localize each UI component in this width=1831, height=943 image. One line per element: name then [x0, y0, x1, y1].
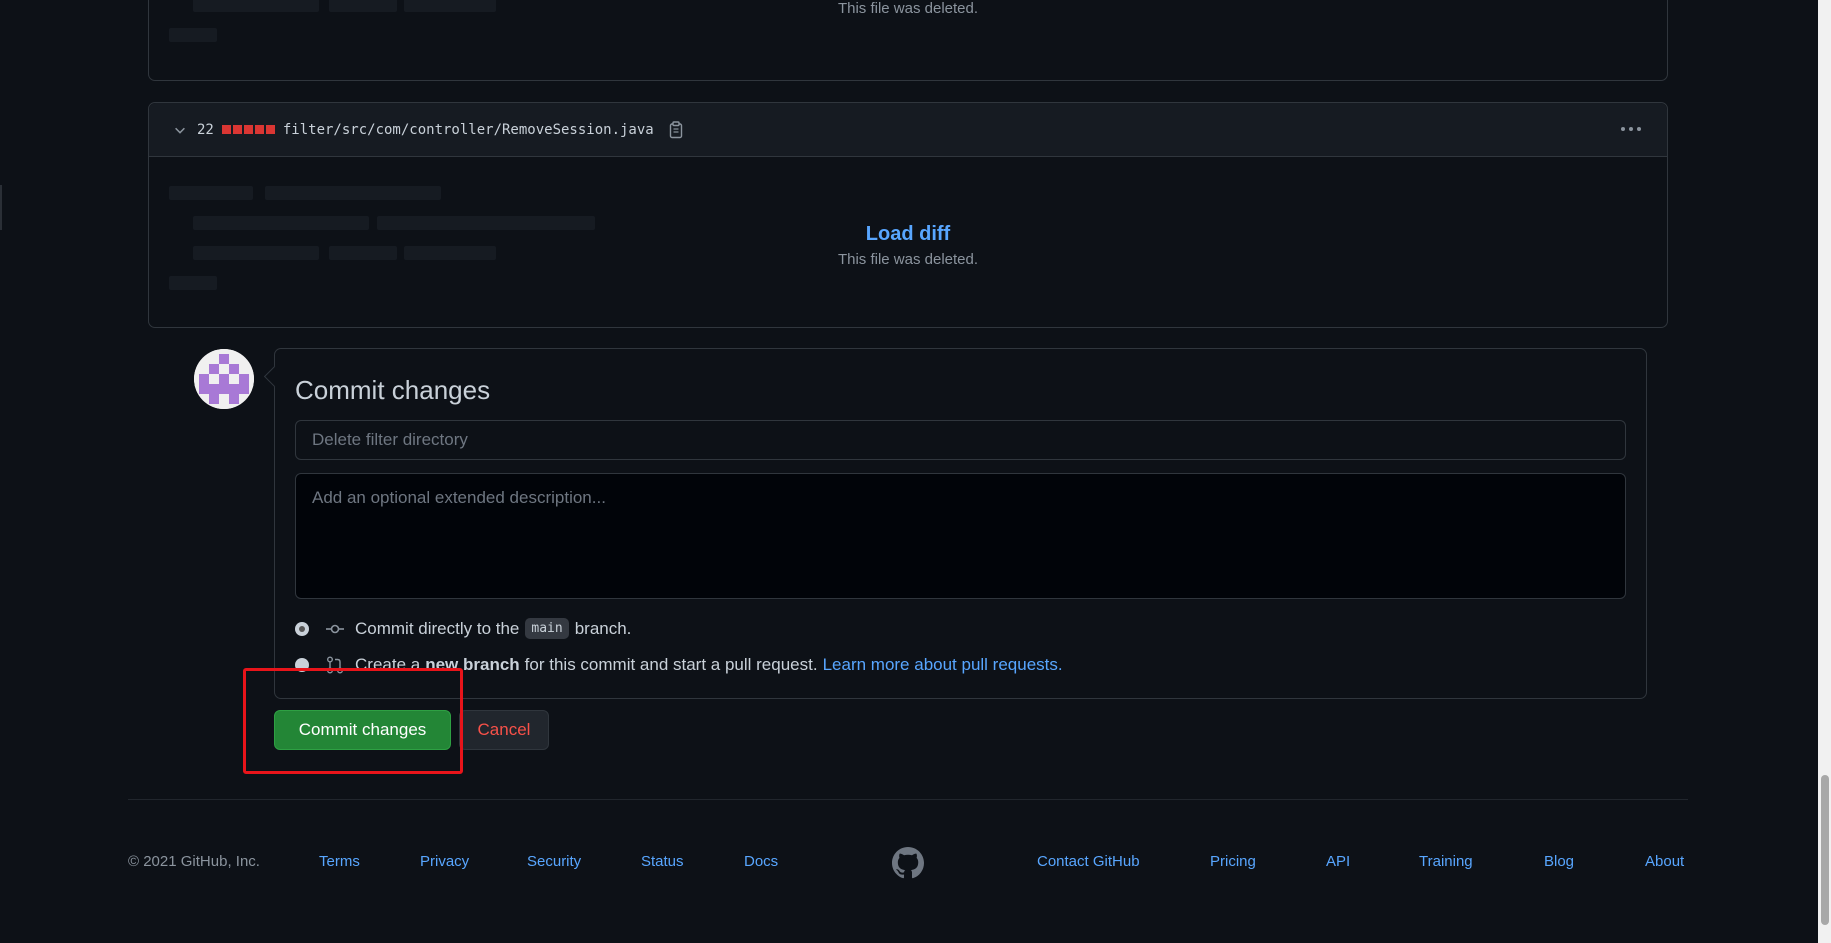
- option-direct-suffix: branch.: [574, 618, 632, 638]
- commit-summary-input[interactable]: [295, 420, 1626, 460]
- option-new-branch[interactable]: Create a new branch for this commit and …: [295, 655, 1063, 675]
- scrollbar-thumb[interactable]: [1821, 775, 1829, 925]
- footer-link-terms[interactable]: Terms: [319, 853, 360, 870]
- diffstat-count: 22: [197, 121, 214, 138]
- cancel-button[interactable]: Cancel: [459, 710, 549, 750]
- file-path[interactable]: filter/src/com/controller/RemoveSession.…: [283, 122, 654, 138]
- commit-form: Commit changes Commit directly to the ma…: [274, 348, 1647, 699]
- kebab-menu-icon[interactable]: [1621, 121, 1645, 137]
- option-new-prefix: Create a: [355, 655, 421, 674]
- clipboard-icon[interactable]: [668, 120, 684, 139]
- option-new-bold: new branch: [425, 655, 520, 674]
- footer-link-blog[interactable]: Blog: [1544, 853, 1574, 870]
- footer-link-api[interactable]: API: [1326, 853, 1350, 870]
- identicon-icon: [194, 349, 254, 409]
- footer-copyright: © 2021 GitHub, Inc.: [128, 853, 260, 870]
- footer-link-training[interactable]: Training: [1419, 853, 1473, 870]
- option-commit-direct[interactable]: Commit directly to the main branch.: [295, 618, 631, 639]
- prev-file-deleted-text: This file was deleted.: [837, 0, 979, 17]
- footer-link-contact[interactable]: Contact GitHub: [1037, 853, 1140, 870]
- footer-divider: [128, 799, 1688, 800]
- commit-description-input[interactable]: [295, 473, 1626, 599]
- footer-link-status[interactable]: Status: [641, 853, 684, 870]
- skeleton-line: [265, 186, 441, 200]
- radio-commit-direct[interactable]: [295, 621, 309, 636]
- option-direct-prefix: Commit directly to the: [355, 618, 520, 638]
- skeleton-line: [169, 276, 217, 290]
- github-logo-icon[interactable]: [892, 847, 924, 879]
- radio-new-branch[interactable]: [295, 658, 309, 672]
- skeleton-line: [169, 186, 253, 200]
- diffstat-blocks: [221, 125, 275, 134]
- option-new-suffix: for this commit and start a pull request…: [524, 655, 818, 674]
- skeleton-line: [169, 28, 217, 42]
- git-commit-icon: [326, 624, 344, 633]
- footer: © 2021 GitHub, Inc. Terms Privacy Securi…: [128, 847, 1688, 879]
- load-diff-link[interactable]: Load diff: [149, 223, 1667, 246]
- chevron-down-icon[interactable]: [173, 123, 187, 137]
- page-scrollbar[interactable]: [1818, 0, 1831, 943]
- avatar[interactable]: [194, 349, 254, 409]
- commit-title: Commit changes: [295, 375, 491, 405]
- file-deleted-text: This file was deleted.: [837, 251, 979, 268]
- left-edge-marker: [0, 185, 2, 230]
- file-diff-box: 22 filter/src/com/controller/RemoveSessi…: [148, 102, 1668, 328]
- commit-changes-button[interactable]: Commit changes: [274, 710, 451, 750]
- footer-link-security[interactable]: Security: [527, 853, 581, 870]
- branch-name-chip: main: [525, 618, 569, 639]
- prev-file-box: This file was deleted.: [148, 0, 1668, 81]
- learn-more-pull-requests-link[interactable]: Learn more about pull requests.: [823, 655, 1063, 675]
- footer-link-docs[interactable]: Docs: [744, 853, 778, 870]
- footer-link-about[interactable]: About: [1645, 853, 1684, 870]
- footer-link-privacy[interactable]: Privacy: [420, 853, 469, 870]
- footer-link-pricing[interactable]: Pricing: [1210, 853, 1256, 870]
- git-pull-request-icon: [327, 656, 343, 674]
- file-header: 22 filter/src/com/controller/RemoveSessi…: [149, 103, 1667, 157]
